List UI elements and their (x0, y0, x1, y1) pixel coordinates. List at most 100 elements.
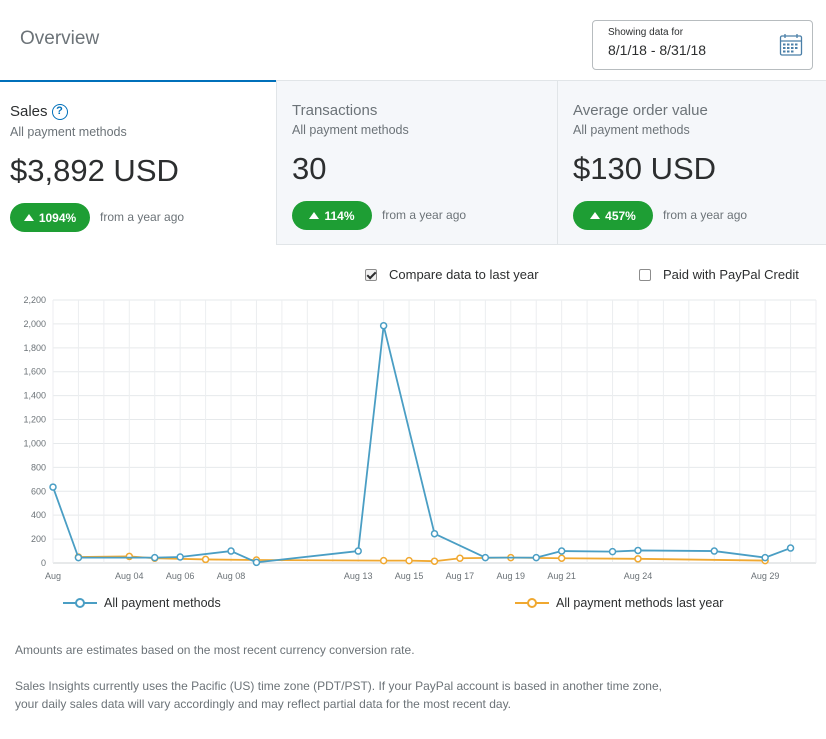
sales-card-title: Sales ? (10, 103, 68, 120)
average-order-card[interactable]: Average order value All payment methods … (557, 80, 826, 245)
y-axis: 0 200 400 600 800 1,000 1,200 1,400 1,600 1,800 2,… (23, 295, 46, 568)
current-series-point (379, 321, 388, 330)
y-tick-label: 800 (31, 462, 46, 472)
calendar-icon[interactable] (779, 33, 803, 57)
x-tick-label: Aug 24 (624, 571, 653, 581)
current-series-point (176, 553, 184, 561)
average-order-card-subtitle: All payment methods (573, 123, 690, 137)
transactions-change-value: 114% (324, 208, 355, 223)
legend-last-year[interactable]: All payment methods last year (515, 596, 723, 610)
y-tick-label: 0 (41, 558, 46, 568)
summary-cards: Sales ? All payment methods $3,892 USD 1… (0, 80, 826, 245)
compare-last-year-checkbox[interactable] (365, 268, 377, 281)
current-series-point (608, 547, 617, 556)
sales-change-note: from a year ago (100, 210, 185, 224)
current-series-point (481, 553, 490, 562)
current-series-point (49, 483, 57, 491)
average-order-change-note: from a year ago (663, 208, 748, 222)
current-series-point (557, 547, 566, 555)
last-year-series-point (201, 555, 210, 564)
help-icon[interactable]: ? (51, 103, 68, 120)
y-tick-label: 1,600 (23, 367, 46, 377)
last-year-series-point (557, 554, 566, 562)
sales-card-value: $3,892 USD (10, 153, 179, 188)
current-series-point (74, 553, 83, 562)
legend-current[interactable]: All payment methods (63, 596, 221, 610)
y-tick-label: 600 (31, 486, 46, 496)
average-order-card-title-text: Average order value (573, 102, 708, 119)
x-tick-label: Aug 06 (166, 571, 195, 581)
paypal-credit-option[interactable]: Paid with PayPal Credit (639, 267, 799, 282)
x-tick-label: Aug 29 (751, 571, 780, 581)
paypal-credit-label: Paid with PayPal Credit (663, 267, 799, 282)
last-year-series-point (125, 552, 134, 561)
current-series-point (761, 553, 769, 562)
y-tick-label: 2,000 (23, 319, 46, 329)
y-tick-label: 1,800 (23, 343, 46, 353)
x-tick-label: Aug 04 (115, 571, 144, 581)
arrow-up-icon (309, 212, 320, 219)
transactions-card[interactable]: Transactions All payment methods 30 114%… (276, 80, 557, 245)
transactions-card-value: 30 (292, 151, 327, 186)
x-tick-label: Aug 08 (217, 571, 246, 581)
timezone-footnote-line2: your daily sales data will vary accordin… (15, 697, 512, 711)
y-tick-label: 2,200 (23, 295, 46, 305)
current-series-point (150, 553, 159, 562)
y-tick-label: 1,000 (23, 438, 46, 448)
last-year-series-point (379, 556, 388, 565)
legend-current-swatch (63, 597, 97, 609)
header: Overview Showing data for 8/1/18 - 8/31/… (0, 0, 826, 80)
current-series-point (634, 546, 642, 555)
x-tick-label: Aug 13 (344, 571, 373, 581)
current-series-line (52, 324, 791, 564)
transactions-card-title-text: Transactions (292, 102, 378, 119)
x-tick-label: Aug 17 (446, 571, 475, 581)
current-series-point (252, 558, 261, 567)
sales-line-chart: 0 200 400 600 800 1,000 1,200 1,400 1,600 1,800 2,… (23, 295, 817, 581)
legend-last-year-label: All payment methods last year (556, 596, 724, 610)
legend-current-label: All payment methods (104, 596, 221, 610)
compare-last-year-option[interactable]: Compare data to last year (365, 267, 539, 282)
y-tick-label: 1,400 (23, 391, 46, 401)
chart-series (49, 321, 795, 567)
current-series-point (227, 547, 235, 555)
x-tick-label: Aug 19 (497, 571, 526, 581)
average-order-card-title: Average order value (573, 102, 708, 119)
compare-last-year-label: Compare data to last year (389, 267, 539, 282)
paypal-credit-checkbox[interactable] (639, 268, 651, 281)
currency-footnote: Amounts are estimates based on the most … (15, 643, 415, 657)
x-axis: Aug Aug 04 Aug 06 Aug 08 Aug 13 Aug 15 Aug 17 A… (45, 571, 779, 581)
date-range-value: 8/1/18 - 8/31/18 (608, 42, 707, 58)
arrow-up-icon (590, 212, 601, 219)
current-series-point (710, 547, 719, 555)
current-series-point (430, 529, 439, 538)
current-series-point (786, 544, 795, 552)
last-year-series-point (634, 555, 642, 563)
transactions-change-note: from a year ago (382, 208, 467, 222)
transactions-card-title: Transactions (292, 102, 377, 119)
average-order-change-value: 457% (605, 208, 636, 223)
date-range-label: Showing data for (608, 27, 684, 38)
transactions-card-subtitle: All payment methods (292, 123, 409, 137)
average-order-change-badge: 457% (573, 201, 653, 230)
current-series-point (354, 547, 362, 555)
last-year-series-point (405, 556, 413, 565)
chart-grid (52, 299, 817, 564)
sales-change-badge: 1094% (10, 203, 90, 232)
sales-card[interactable]: Sales ? All payment methods $3,892 USD 1… (0, 80, 276, 245)
timezone-footnote-line1: Sales Insights currently uses the Pacifi… (15, 679, 662, 693)
current-series-point (532, 553, 540, 562)
x-tick-label: Aug 15 (395, 571, 424, 581)
y-tick-label: 200 (31, 534, 46, 544)
average-order-card-value: $130 USD (573, 151, 717, 186)
legend-last-year-swatch (515, 597, 549, 609)
x-tick-label: Aug (45, 571, 61, 581)
sales-card-title-text: Sales (10, 103, 48, 120)
sales-change-value: 1094% (38, 210, 77, 225)
x-tick-label: Aug 21 (547, 571, 576, 581)
transactions-change-badge: 114% (292, 201, 372, 230)
sales-card-subtitle: All payment methods (10, 125, 127, 139)
page-title: Overview (20, 28, 100, 49)
date-range-picker[interactable]: Showing data for 8/1/18 - 8/31/18 (592, 20, 813, 70)
y-tick-label: 400 (31, 510, 46, 520)
